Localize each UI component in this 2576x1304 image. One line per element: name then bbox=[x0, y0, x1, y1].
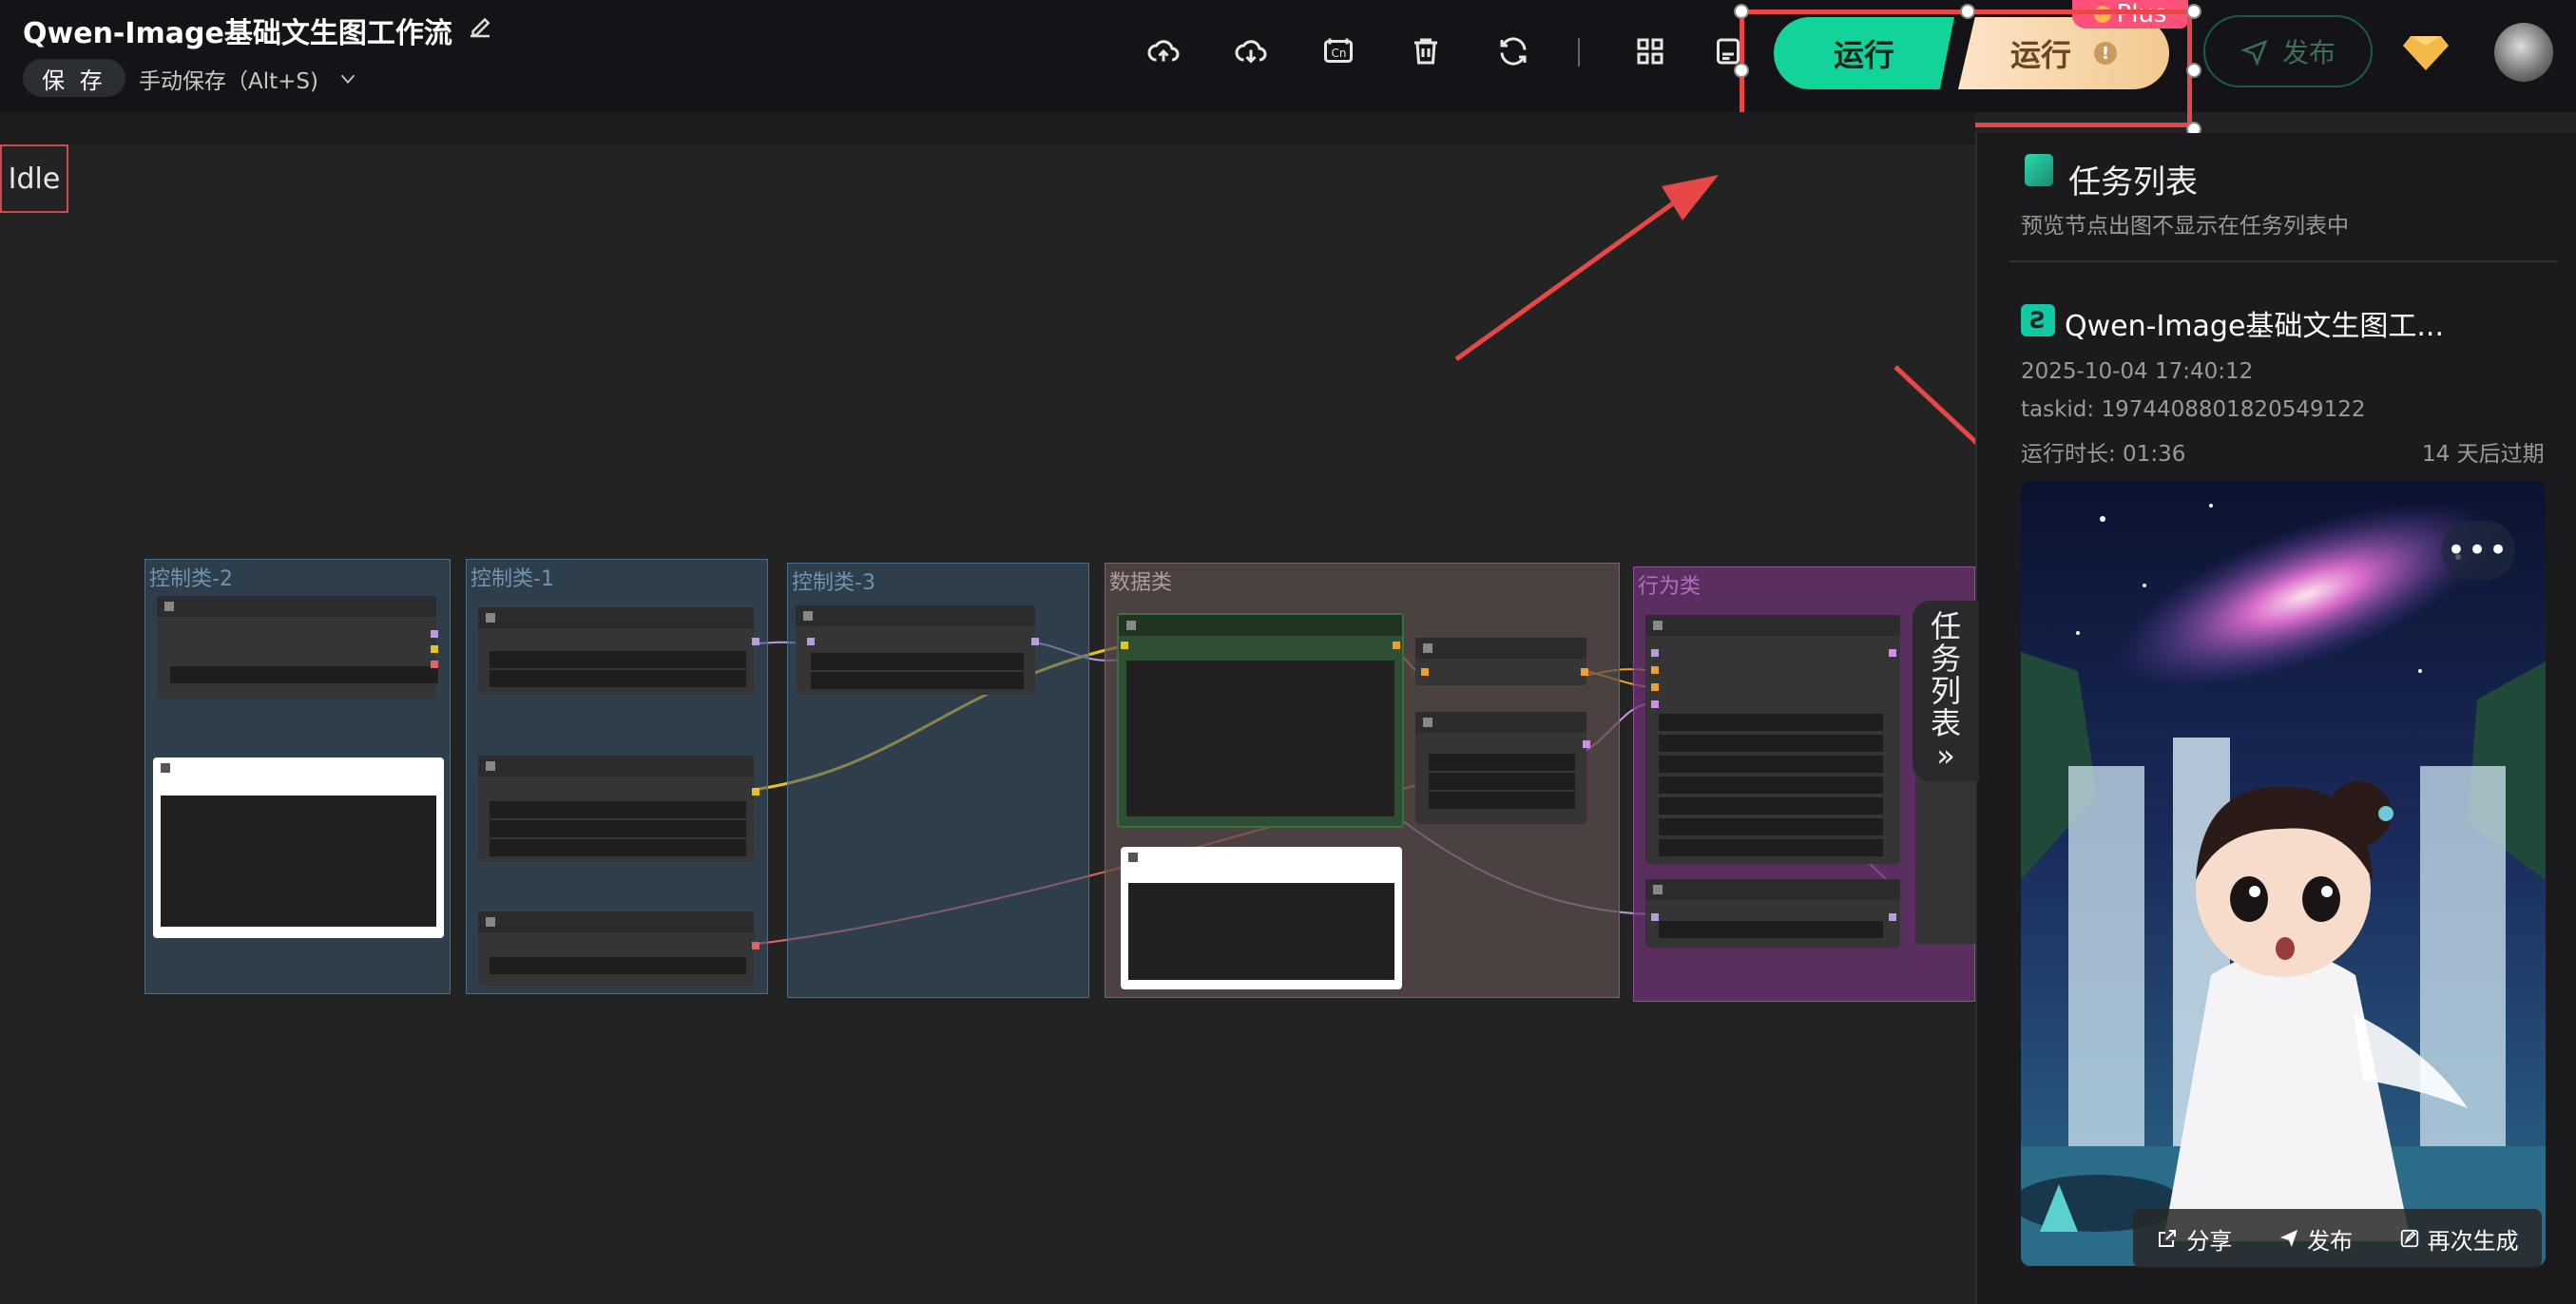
tab-char: 表 bbox=[1930, 705, 1961, 741]
publish-image-label: 发布 bbox=[2306, 1227, 2353, 1255]
task-duration: 运行时长: 01:36 bbox=[2021, 442, 2186, 467]
share-icon bbox=[2159, 1230, 2177, 1247]
task-expiry: 14 天后过期 bbox=[2422, 442, 2545, 467]
more-options-button[interactable]: ••• bbox=[2441, 521, 2515, 580]
paper-plane-icon bbox=[2279, 1229, 2298, 1248]
divider bbox=[2009, 260, 2557, 262]
task-time: 2025-10-04 17:40:12 bbox=[2021, 359, 2254, 384]
task-list-toggle-tab[interactable]: 任 务 列 表 » bbox=[1913, 601, 1979, 781]
edit-icon bbox=[2400, 1229, 2418, 1248]
workflow-logo-icon: Ƨ bbox=[2021, 304, 2055, 336]
tab-char: 列 bbox=[1930, 673, 1961, 709]
double-chevron-icon: » bbox=[1936, 738, 1955, 774]
generated-image[interactable] bbox=[2021, 481, 2546, 1266]
panel-subtitle: 预览节点出图不显示在任务列表中 bbox=[2021, 214, 2349, 239]
task-list-icon bbox=[2025, 154, 2053, 186]
regenerate-button[interactable]: 再次生成 bbox=[2399, 1222, 2519, 1256]
share-label: 分享 bbox=[2186, 1227, 2233, 1255]
tab-char: 任 bbox=[1930, 608, 1961, 644]
tab-char: 务 bbox=[1930, 641, 1961, 677]
task-name[interactable]: Qwen-Image基础文生图工... bbox=[2065, 302, 2444, 344]
regenerate-label: 再次生成 bbox=[2427, 1227, 2519, 1255]
task-id: taskid: 1974408801820549122 bbox=[2021, 397, 2366, 422]
image-action-bar: 分享 发布 再次生成 bbox=[2133, 1209, 2542, 1268]
share-button[interactable]: 分享 bbox=[2156, 1222, 2232, 1256]
panel-title: 任务列表 bbox=[2068, 163, 2198, 201]
publish-image-button[interactable]: 发布 bbox=[2278, 1222, 2353, 1256]
